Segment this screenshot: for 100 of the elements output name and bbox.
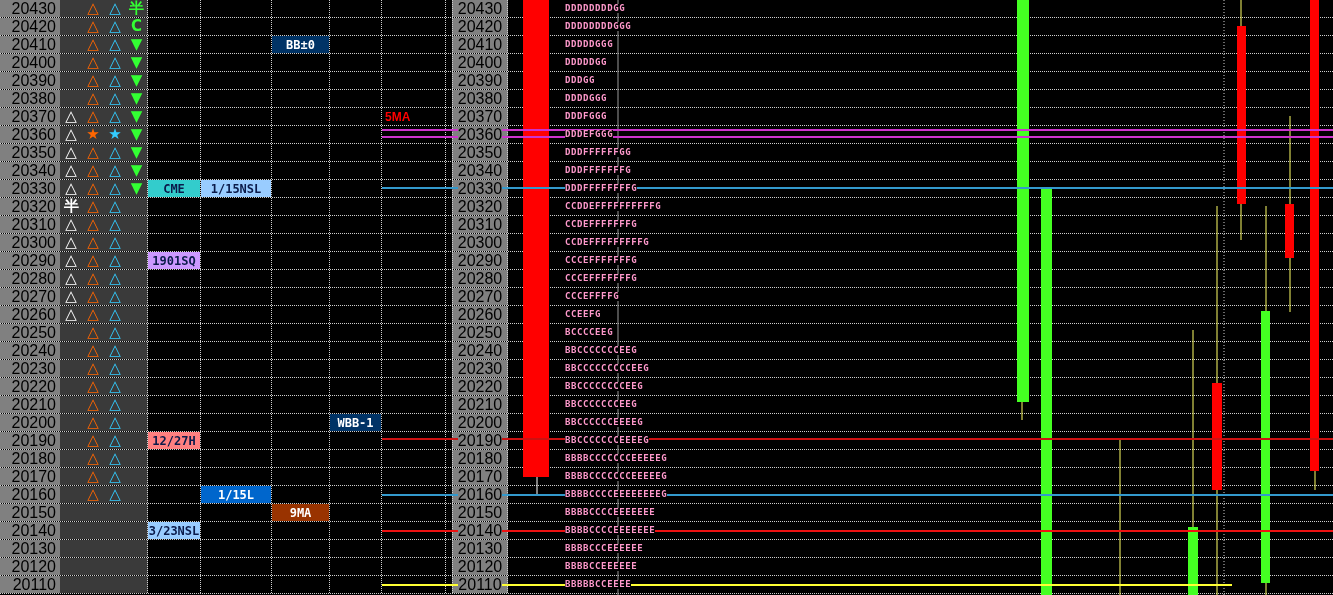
level-tag: WBB-1 — [330, 414, 381, 431]
price-cell: 20230 — [0, 360, 60, 377]
price-cell: 20360 — [452, 126, 508, 143]
price-cell: 20220 — [0, 378, 60, 395]
table-cell: △ — [82, 162, 104, 179]
tpo-letters: BBCCCCCCCEEG — [565, 346, 638, 355]
tpo-letters: BBBBCCCCEEEEEEE — [565, 508, 656, 517]
table-cell: ▼ — [126, 180, 148, 197]
table-cell: △ — [82, 108, 104, 125]
price-cell: 20170 — [0, 468, 60, 485]
price-cell: 20250 — [0, 324, 60, 341]
table-cell — [60, 504, 82, 521]
table-cell: △ — [82, 486, 104, 503]
table-cell: △ — [82, 252, 104, 269]
table-cell: △ — [104, 396, 126, 413]
table-cell: △ — [104, 90, 126, 107]
tpo-letters: DDDFGGG — [565, 112, 608, 121]
table-cell — [60, 468, 82, 485]
table-cell — [60, 432, 82, 449]
table-cell: △ — [82, 0, 104, 17]
table-cell — [60, 414, 82, 431]
table-cell — [60, 558, 82, 575]
table-cell: △ — [82, 36, 104, 53]
table-cell: △ — [60, 180, 82, 197]
price-cell: 20280 — [452, 270, 508, 287]
price-cell: 20370 — [0, 108, 60, 125]
price-cell: 20150 — [0, 504, 60, 521]
price-cell: 20180 — [0, 450, 60, 467]
tpo-letters: CCEEFG — [565, 310, 602, 319]
tpo-letters: DDDFFFFFFFG — [565, 166, 632, 175]
price-cell: 20120 — [452, 558, 508, 575]
table-cell: △ — [82, 180, 104, 197]
price-cell: 20210 — [452, 396, 508, 413]
tpo-letters: BBBBCCCCEEEEEEEEG — [565, 490, 668, 499]
table-cell: △ — [82, 306, 104, 323]
tpo-letters: BBCCCCCCCEEEEG — [565, 436, 650, 445]
tpo-letters: DDDDDGGG — [565, 40, 614, 49]
table-cell: 半 — [60, 198, 82, 215]
price-cell: 20420 — [452, 18, 508, 35]
table-cell: △ — [104, 360, 126, 377]
table-cell — [60, 342, 82, 359]
table-cell: ▼ — [126, 36, 148, 53]
tpo-letters: BBCCCCCCEEEEG — [565, 418, 644, 427]
table-cell: △ — [82, 270, 104, 287]
table-cell: △ — [104, 270, 126, 287]
table-cell: △ — [104, 450, 126, 467]
price-cell: 20110 — [452, 576, 508, 593]
table-cell — [60, 360, 82, 377]
table-cell: △ — [60, 126, 82, 143]
table-cell: △ — [104, 216, 126, 233]
price-cell: 20130 — [452, 540, 508, 557]
price-cell: 20180 — [452, 450, 508, 467]
price-cell: 20320 — [0, 198, 60, 215]
price-cell: 20260 — [0, 306, 60, 323]
tpo-letters: DDDFFFFFFFFG — [565, 184, 638, 193]
table-cell: △ — [82, 450, 104, 467]
table-cell: △ — [60, 216, 82, 233]
table-cell — [60, 324, 82, 341]
table-cell — [60, 576, 82, 593]
table-cell — [60, 450, 82, 467]
price-cell: 20120 — [0, 558, 60, 575]
table-cell: △ — [82, 378, 104, 395]
price-cell: 20160 — [452, 486, 508, 503]
table-cell: △ — [82, 288, 104, 305]
table-cell: △ — [82, 198, 104, 215]
tpo-letters: BBCCCCCCCCEEG — [565, 382, 644, 391]
price-cell: 20110 — [0, 576, 60, 593]
table-cell: 半 — [126, 0, 148, 17]
table-cell — [60, 72, 82, 89]
price-cell: 20360 — [0, 126, 60, 143]
level-tag: 1901SQ — [148, 252, 200, 269]
price-cell: 20170 — [452, 468, 508, 485]
table-cell — [60, 522, 82, 539]
table-cell: △ — [82, 144, 104, 161]
price-cell: 20130 — [0, 540, 60, 557]
price-cell: 20270 — [0, 288, 60, 305]
table-cell: ▼ — [126, 90, 148, 107]
table-cell: △ — [104, 198, 126, 215]
table-cell: △ — [104, 486, 126, 503]
price-cell: 20190 — [0, 432, 60, 449]
price-cell: 20320 — [452, 198, 508, 215]
table-cell — [60, 90, 82, 107]
tpo-letters: DDDGG — [565, 76, 596, 85]
price-cell: 20430 — [452, 0, 508, 17]
price-cell: 20380 — [0, 90, 60, 107]
price-cell: 20140 — [452, 522, 508, 539]
table-cell: △ — [104, 36, 126, 53]
price-cell: 20280 — [0, 270, 60, 287]
table-cell: △ — [60, 162, 82, 179]
price-cell: 20400 — [0, 54, 60, 71]
price-cell: 20160 — [0, 486, 60, 503]
table-cell: △ — [104, 180, 126, 197]
table-cell: ▼ — [126, 54, 148, 71]
tpo-letters: DDDEFGGG — [565, 130, 614, 139]
price-cell: 20390 — [452, 72, 508, 89]
tpo-letters: BBBBCCCCCCCEEEEEG — [565, 454, 668, 463]
table-cell: △ — [60, 288, 82, 305]
table-cell: △ — [82, 90, 104, 107]
table-cell: △ — [82, 324, 104, 341]
tpo-letters: CCCEFFFFFFFG — [565, 274, 638, 283]
